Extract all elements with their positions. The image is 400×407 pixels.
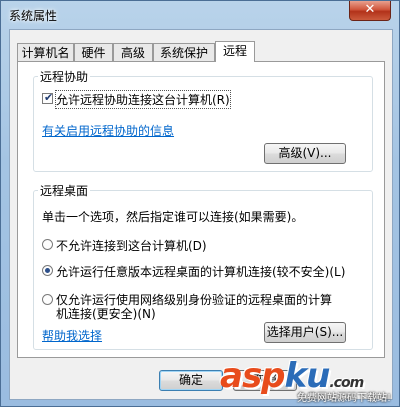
radio-allow-any-version-label[interactable]: 允许运行任意版本远程桌面的计算机连接(较不安全)(L) xyxy=(56,263,345,280)
site-watermark: aspku.com 免费网站源码下载站! xyxy=(220,356,395,406)
tab-panel-remote: 远程协助 ✔ 允许远程协助连接这台计算机(R) 有关启用远程协助的信息 高级(V… xyxy=(17,61,385,358)
dialog-window: 系统属性 ✕ 计算机名 硬件 高级 系统保护 远程 远程协助 ✔ 允许远程协助连… xyxy=(0,0,400,407)
radio-selected-dot xyxy=(45,268,50,273)
close-button[interactable]: ✕ xyxy=(349,1,391,21)
remote-desktop-instruction: 单击一个选项，然后指定谁可以连接(如果需要)。 xyxy=(42,210,304,224)
window-title: 系统属性 xyxy=(9,9,58,23)
remote-assistance-legend: 远程协助 xyxy=(38,68,91,85)
radio-no-connection[interactable] xyxy=(42,239,53,250)
remote-desktop-legend: 远程桌面 xyxy=(38,182,91,199)
select-users-button[interactable]: 选择用户(S)... xyxy=(264,322,346,343)
tab-remote[interactable]: 远程 xyxy=(215,41,255,62)
watermark-subtitle: 免费网站源码下载站! xyxy=(296,393,391,404)
checkmark-icon: ✔ xyxy=(44,91,54,104)
radio-allow-any-version[interactable] xyxy=(42,265,53,276)
help-me-choose-link[interactable]: 帮助我选择 xyxy=(42,327,102,344)
remote-assistance-group: 远程协助 ✔ 允许远程协助连接这台计算机(R) 有关启用远程协助的信息 高级(V… xyxy=(33,68,373,172)
ok-button[interactable]: 确定 xyxy=(159,370,223,391)
watermark-logo-main: asp xyxy=(220,356,286,396)
tab-computer-name[interactable]: 计算机名 xyxy=(17,43,74,61)
radio-no-connection-label[interactable]: 不允许连接到这台计算机(D) xyxy=(56,237,207,254)
remote-assistance-info-link[interactable]: 有关启用远程协助的信息 xyxy=(42,122,174,139)
tab-advanced[interactable]: 高级 xyxy=(113,43,153,61)
tab-hardware[interactable]: 硬件 xyxy=(74,43,113,61)
tab-system-protection[interactable]: 系统保护 xyxy=(153,43,215,61)
allow-remote-assistance-label[interactable]: 允许远程协助连接这台计算机(R) xyxy=(55,90,231,109)
radio-nla-only-label-line2[interactable]: 机连接(更安全)(N) xyxy=(56,305,156,322)
remote-desktop-group: 远程桌面 单击一个选项，然后指定谁可以连接(如果需要)。 不允许连接到这台计算机… xyxy=(33,182,373,350)
advanced-button[interactable]: 高级(V)... xyxy=(264,143,346,164)
radio-nla-only[interactable] xyxy=(42,294,53,305)
allow-remote-assistance-checkbox[interactable]: ✔ xyxy=(42,91,54,104)
